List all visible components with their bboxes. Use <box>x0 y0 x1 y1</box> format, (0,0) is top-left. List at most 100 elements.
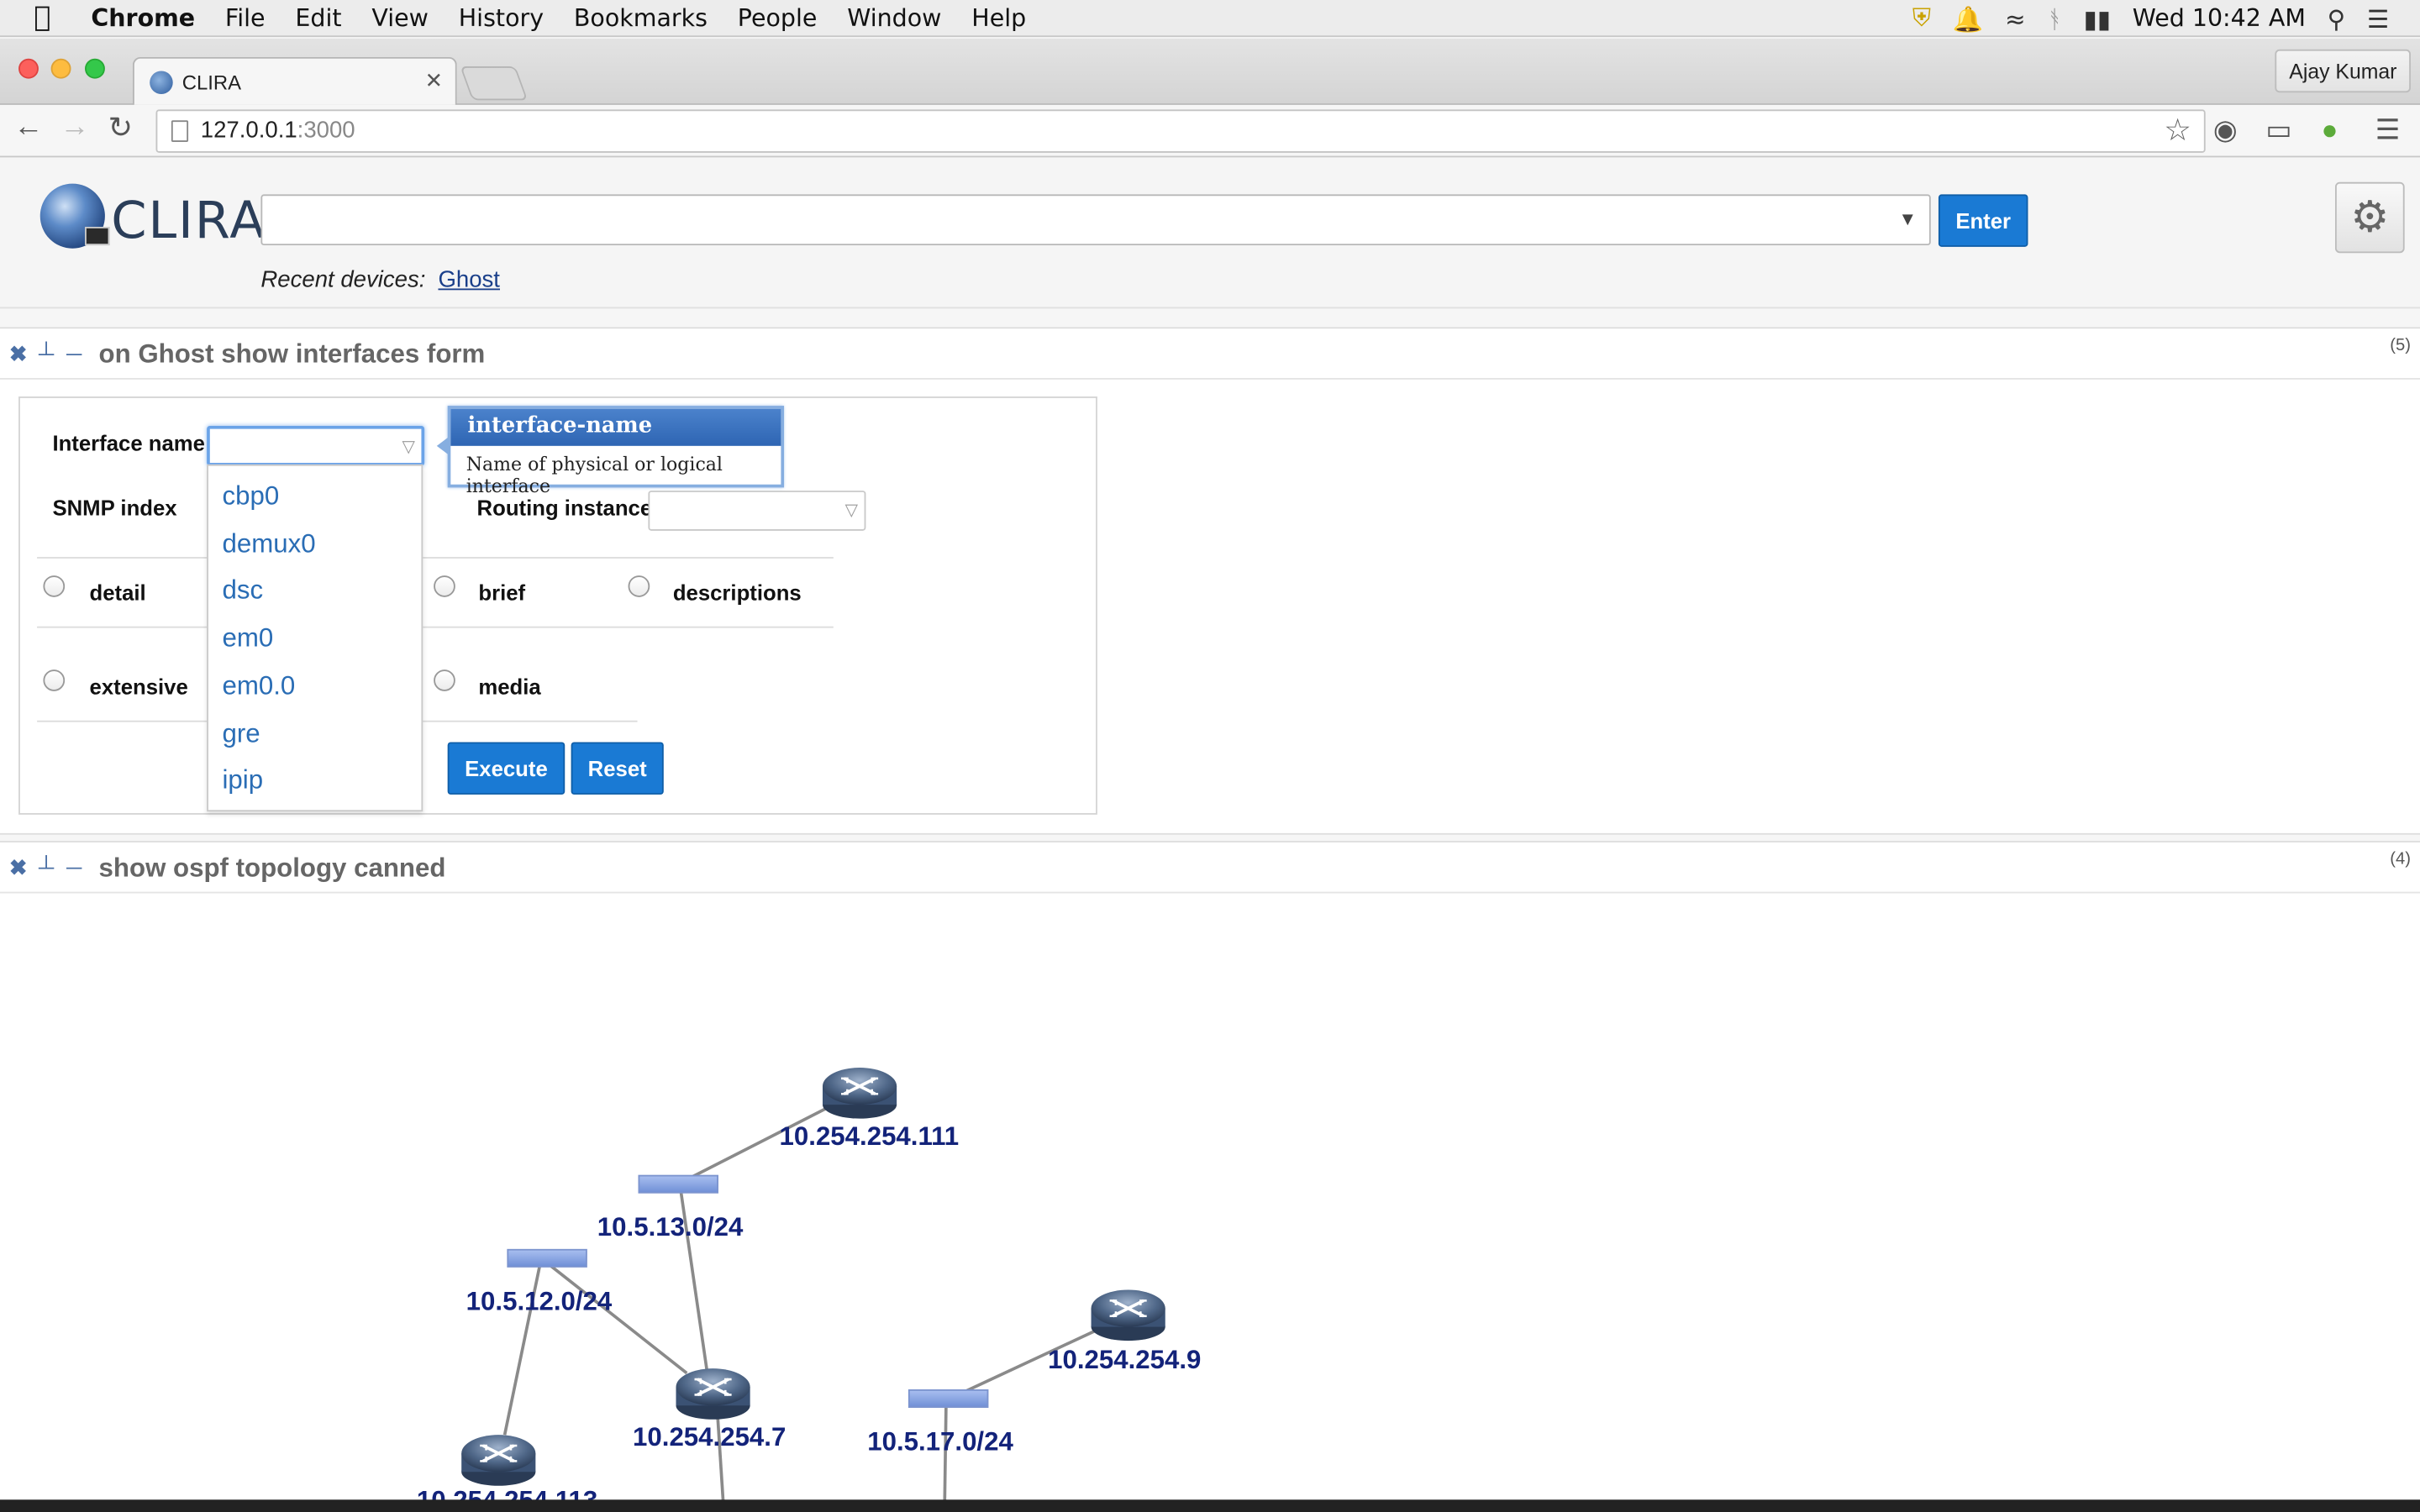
tooltip-arrow <box>436 436 450 455</box>
extensive-radio[interactable] <box>43 669 66 691</box>
reset-button[interactable]: Reset <box>571 742 664 795</box>
new-tab-button[interactable] <box>460 66 529 101</box>
minimize-icon[interactable]: ─ <box>66 341 82 365</box>
cast-icon[interactable]: ▭ <box>2265 114 2291 147</box>
extensive-label: extensive <box>89 674 188 700</box>
chrome-menu-icon[interactable]: ☰ <box>2375 114 2401 147</box>
dropdown-option[interactable]: em0.0 <box>222 671 295 702</box>
chevron-down-icon[interactable]: ▽ <box>402 437 416 457</box>
browser-toolbar: ← → ↻ 127.0.0.1:3000 ☆ ◉ ▭ ● ☰ <box>0 104 2420 158</box>
router-label: 10.254.254.7 <box>633 1422 786 1452</box>
dropdown-option[interactable]: demux0 <box>222 529 315 560</box>
interface-name-label: Interface name <box>52 430 205 455</box>
detail-radio[interactable] <box>43 575 66 597</box>
profile-button[interactable]: Ajay Kumar <box>2275 49 2411 93</box>
menu-help[interactable]: Help <box>971 5 1026 33</box>
window-close-button[interactable] <box>18 58 39 79</box>
tooltip-title: interface-name <box>450 408 781 446</box>
close-icon[interactable]: ✖ <box>9 855 28 881</box>
menu-people[interactable]: People <box>738 5 818 33</box>
pin-icon[interactable]: ┴ <box>39 341 54 365</box>
menu-bookmarks[interactable]: Bookmarks <box>574 5 708 33</box>
window-zoom-button[interactable] <box>85 58 105 79</box>
link <box>943 1404 948 1512</box>
address-bar[interactable]: 127.0.0.1:3000 ☆ <box>155 109 2206 153</box>
brief-label: brief <box>478 580 526 606</box>
recent-device-link[interactable]: Ghost <box>438 267 500 293</box>
gear-icon[interactable]: ⚙ <box>2334 181 2405 254</box>
browser-tabstrip: CLIRA ✕ Ajay Kumar <box>0 38 2420 105</box>
router-icon[interactable] <box>821 1066 898 1121</box>
pin-icon[interactable]: ┴ <box>39 855 54 879</box>
chevron-down-icon[interactable]: ▼ <box>1898 208 1917 230</box>
panel-title: show ospf topology canned <box>98 853 446 883</box>
page-icon <box>171 120 189 142</box>
panel-header: ✖ ┴ ─ on Ghost show interfaces form (5) <box>0 328 2420 380</box>
recent-devices-label: Recent devices: <box>260 266 426 293</box>
app-header: CLIRA ▼ Enter ⚙ Recent devices: Ghost <box>0 159 2420 309</box>
back-icon[interactable]: ← <box>14 111 44 144</box>
panel-title: on Ghost show interfaces form <box>98 339 486 369</box>
menu-chrome[interactable]: Chrome <box>91 5 195 33</box>
menu-window[interactable]: Window <box>847 5 941 33</box>
battery-icon[interactable]: ▮▮ <box>2084 4 2111 34</box>
url-host: 127.0.0.1 <box>200 117 297 144</box>
command-input[interactable]: ▼ <box>260 194 1931 246</box>
network-node[interactable] <box>908 1389 989 1409</box>
execute-button[interactable]: Execute <box>447 742 566 795</box>
window-bottom-edge <box>0 1499 2420 1512</box>
dropdown-option[interactable]: cbp0 <box>222 481 279 512</box>
dropdown-option[interactable]: gre <box>222 719 260 750</box>
dropdown-option[interactable]: dsc <box>222 575 263 606</box>
brief-radio[interactable] <box>434 575 455 597</box>
descriptions-radio[interactable] <box>628 575 650 597</box>
url-port: :3000 <box>297 117 355 144</box>
network-node[interactable] <box>507 1248 587 1268</box>
minimize-icon[interactable]: ─ <box>66 855 82 879</box>
interface-name-dropdown: cbp0 demux0 dsc em0 em0.0 gre ipip <box>207 464 424 812</box>
snmp-index-label: SNMP index <box>52 495 177 520</box>
menu-history[interactable]: History <box>459 5 544 33</box>
tab-close-icon[interactable]: ✕ <box>425 68 444 94</box>
menu-edit[interactable]: Edit <box>295 5 341 33</box>
hangouts-icon[interactable]: ● <box>2321 114 2338 147</box>
router-icon[interactable] <box>460 1433 538 1488</box>
forward-icon[interactable]: → <box>60 111 90 144</box>
router-label: 10.254.254.9 <box>1048 1345 1201 1374</box>
menubar-clock[interactable]: Wed 10:42 AM <box>2133 5 2306 33</box>
bookmark-star-icon[interactable]: ☆ <box>2164 111 2191 151</box>
divider <box>37 557 834 559</box>
pocket-icon[interactable]: ◉ <box>2213 114 2238 147</box>
close-icon[interactable]: ✖ <box>9 341 28 367</box>
menubar-status: ⛨ 🔔 ≈ ᚬ ▮▮ Wed 10:42 AM ⚲ ☰ <box>1912 3 2389 34</box>
window-minimize-button[interactable] <box>50 58 71 79</box>
clira-logo-globe-icon <box>39 183 110 249</box>
notification-list-icon[interactable]: ☰ <box>2367 4 2389 34</box>
wifi-icon[interactable]: ≈ <box>2005 4 2026 34</box>
menu-view[interactable]: View <box>371 5 429 33</box>
network-node[interactable] <box>638 1174 719 1194</box>
bluetooth-icon[interactable]: ᚬ <box>2047 4 2062 34</box>
router-icon[interactable] <box>674 1367 752 1421</box>
apple-icon[interactable]:  <box>34 2 50 34</box>
menu-file[interactable]: File <box>225 5 266 33</box>
enter-button[interactable]: Enter <box>1938 194 2028 247</box>
mac-menubar:  Chrome File Edit View History Bookmark… <box>0 0 2420 38</box>
divider <box>37 626 834 628</box>
network-label: 10.5.13.0/24 <box>597 1212 744 1242</box>
chevron-down-icon[interactable]: ▽ <box>845 500 859 520</box>
interface-name-input[interactable]: ▽ <box>207 425 425 466</box>
dropdown-option[interactable]: em0 <box>222 623 273 654</box>
menubar-items: Chrome File Edit View History Bookmarks … <box>91 5 1056 33</box>
router-icon[interactable] <box>1089 1288 1167 1342</box>
shield-icon[interactable]: ⛨ <box>1912 3 1931 34</box>
router-label: 10.254.254.111 <box>780 1121 960 1151</box>
interface-name-tooltip: interface-name Name of physical or logic… <box>436 406 785 496</box>
spotlight-search-icon[interactable]: ⚲ <box>2328 4 2346 34</box>
dropdown-option[interactable]: ipip <box>222 765 263 796</box>
reload-icon[interactable]: ↻ <box>108 111 133 146</box>
browser-tab[interactable]: CLIRA ✕ <box>132 56 457 105</box>
media-radio[interactable] <box>434 669 455 691</box>
bell-icon[interactable]: 🔔 <box>1953 4 1984 34</box>
panel-header: ✖ ┴ ─ show ospf topology canned (4) <box>0 843 2420 894</box>
